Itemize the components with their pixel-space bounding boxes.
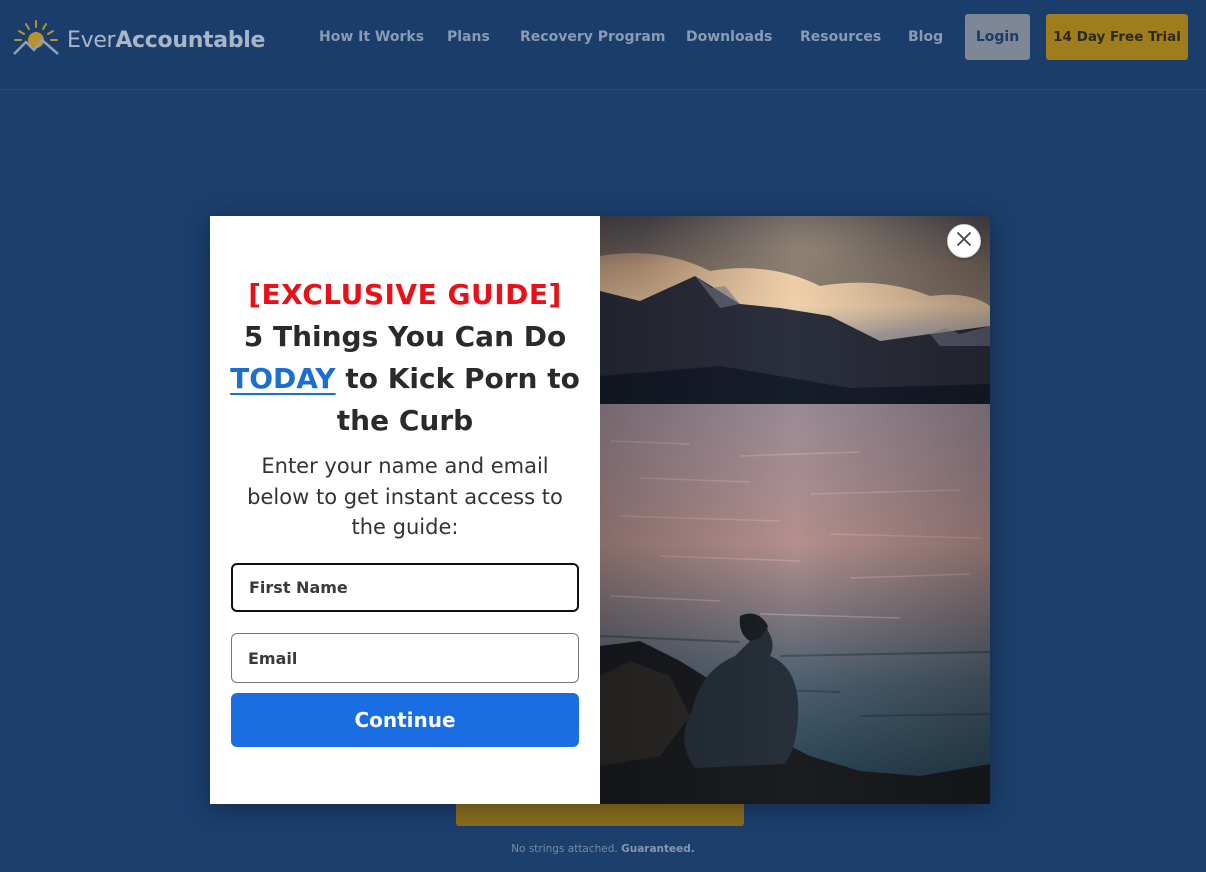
guarantee-note-text: No strings attached.: [511, 843, 618, 855]
logo[interactable]: EverAccountable: [12, 18, 265, 62]
nav-plans[interactable]: Plans: [447, 26, 490, 48]
exclusive-guide-tag: [EXCLUSIVE GUIDE]: [248, 278, 562, 311]
nav-how-it-works[interactable]: How It Works: [319, 26, 424, 48]
site-header: EverAccountable How It Works Plans Recov…: [0, 0, 1206, 90]
brand-name-light: Ever: [67, 27, 116, 53]
nav-resources[interactable]: Resources: [800, 26, 881, 48]
guarantee-note-bold: Guaranteed.: [621, 843, 695, 855]
free-trial-button[interactable]: 14 Day Free Trial: [1046, 14, 1188, 60]
nav-recovery-program[interactable]: Recovery Program: [520, 26, 665, 48]
first-name-input[interactable]: First Name: [231, 563, 579, 612]
brand-name-bold: Accountable: [115, 27, 266, 53]
continue-button[interactable]: Continue: [231, 693, 579, 747]
modal-photo-panel: [600, 216, 990, 804]
modal-subtext: Enter your name and email below to get i…: [247, 454, 563, 539]
modal-headline: [EXCLUSIVE GUIDE] 5 Things You Can Do TO…: [210, 274, 600, 442]
guarantee-note: No strings attached. Guaranteed.: [0, 843, 1206, 855]
sun-mountain-logo-icon: [12, 18, 60, 62]
login-button[interactable]: Login: [965, 14, 1030, 60]
guide-signup-modal: [EXCLUSIVE GUIDE] 5 Things You Can Do TO…: [210, 216, 990, 804]
lake-photo-icon: [600, 216, 990, 804]
email-placeholder: Email: [248, 648, 298, 668]
nav-downloads[interactable]: Downloads: [686, 26, 772, 48]
headline-today-highlight: TODAY: [230, 362, 336, 395]
email-input[interactable]: Email: [231, 633, 579, 683]
nav-blog[interactable]: Blog: [908, 26, 943, 48]
first-name-placeholder: First Name: [249, 578, 348, 597]
headline-part1: 5 Things You Can Do: [243, 320, 567, 353]
brand-name: EverAccountable: [67, 28, 265, 53]
modal-form-panel: [EXCLUSIVE GUIDE] 5 Things You Can Do TO…: [210, 216, 600, 804]
modal-close-button[interactable]: [947, 224, 981, 258]
headline-part2: to Kick Porn to the Curb: [336, 362, 580, 437]
close-icon: [956, 231, 972, 251]
